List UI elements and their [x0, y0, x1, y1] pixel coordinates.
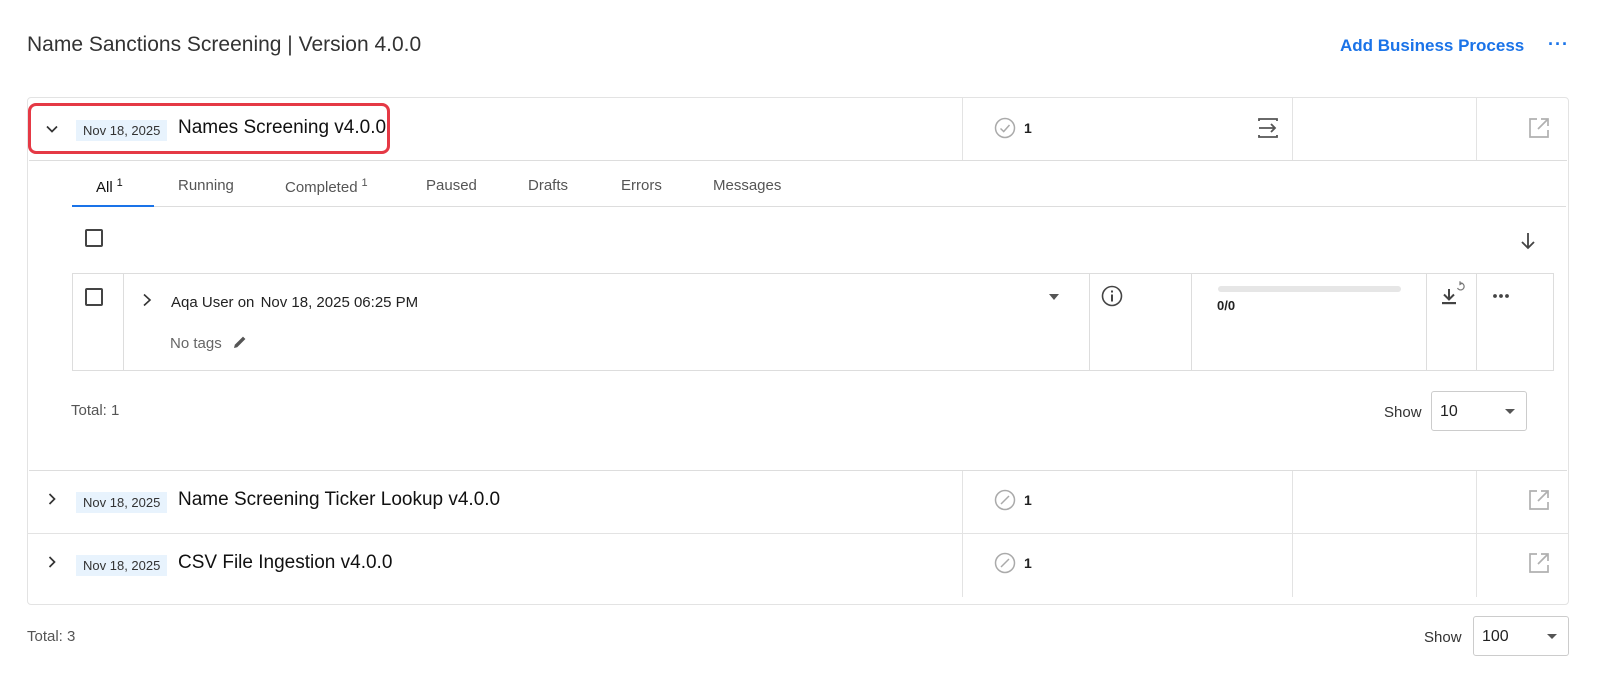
tab-drafts[interactable]: Drafts: [528, 177, 568, 194]
process-count: 1: [1024, 120, 1032, 136]
tab-completed[interactable]: Completed 1: [285, 177, 368, 196]
run-tabs: All 1 Running Completed 1 Paused Drafts Er…: [72, 161, 1566, 207]
select-all-checkbox[interactable]: [85, 229, 103, 247]
page-title: Name Sanctions Screening | Version 4.0.0: [27, 33, 422, 56]
run-user: Aqa User on: [171, 294, 255, 311]
process-name[interactable]: Name Screening Ticker Lookup v4.0.0: [178, 489, 500, 511]
chevron-right-icon[interactable]: [140, 292, 154, 308]
no-entry-circle-icon: [994, 552, 1016, 574]
tab-errors[interactable]: Errors: [621, 177, 662, 194]
open-external-icon[interactable]: [1528, 552, 1550, 574]
inner-show-label: Show: [1384, 404, 1422, 421]
process-count: 1: [1024, 555, 1032, 571]
run-datetime: Nov 18, 2025 06:25 PM: [260, 294, 419, 311]
page-size-value: 100: [1482, 628, 1509, 645]
tab-running[interactable]: Running: [178, 177, 234, 194]
business-process-row: Nov 18, 2025 Name Screening Ticker Looku…: [28, 471, 1568, 534]
pencil-icon[interactable]: [232, 334, 248, 350]
open-external-icon[interactable]: [1528, 489, 1550, 511]
show-label: Show: [1424, 629, 1462, 646]
open-external-icon[interactable]: [1528, 117, 1550, 139]
inner-total: Total: 1: [71, 402, 120, 419]
add-business-process-link[interactable]: Add Business Process: [1340, 36, 1524, 56]
inner-page-size-select[interactable]: 10: [1431, 391, 1527, 431]
process-name[interactable]: CSV File Ingestion v4.0.0: [178, 552, 392, 574]
chevron-right-icon[interactable]: [43, 553, 61, 571]
total-count: Total: 3: [27, 628, 76, 645]
business-process-list: Nov 18, 2025 Names Screening v4.0.0 1 Al…: [27, 97, 1569, 605]
run-checkbox[interactable]: [85, 288, 103, 306]
process-date-badge: Nov 18, 2025: [76, 492, 168, 513]
download-sync-icon[interactable]: [1439, 280, 1467, 310]
tab-all[interactable]: All 1: [96, 177, 123, 196]
merge-icon[interactable]: [1256, 116, 1280, 140]
process-date-badge: Nov 18, 2025: [76, 120, 168, 141]
info-icon[interactable]: [1101, 285, 1123, 307]
more-icon[interactable]: [1492, 293, 1510, 299]
chevron-right-icon[interactable]: [43, 490, 61, 508]
process-runs-panel: All 1 Running Completed 1 Paused Drafts Er…: [29, 160, 1567, 471]
process-name[interactable]: Names Screening v4.0.0: [178, 117, 386, 139]
check-circle-icon: [994, 117, 1016, 139]
caret-down-icon[interactable]: [1047, 291, 1061, 303]
page-size-select[interactable]: 100: [1473, 616, 1569, 656]
header-more-icon[interactable]: ···: [1548, 34, 1569, 55]
inner-page-size-value: 10: [1440, 403, 1458, 420]
progress-text: 0/0: [1217, 298, 1236, 313]
tab-paused[interactable]: Paused: [426, 177, 477, 194]
run-info: Aqa User on Nov 18, 2025 06:25 PM: [171, 294, 418, 311]
caret-down-icon: [1505, 409, 1515, 414]
arrow-down-icon[interactable]: [1519, 231, 1537, 251]
business-process-row: Nov 18, 2025 CSV File Ingestion v4.0.0 1: [28, 534, 1568, 597]
chevron-down-icon[interactable]: [43, 120, 61, 138]
progress-bar: [1218, 286, 1401, 292]
tags-area: No tags: [170, 334, 248, 352]
process-count: 1: [1024, 492, 1032, 508]
run-row: Aqa User on Nov 18, 2025 06:25 PM No tag…: [72, 273, 1554, 371]
no-entry-circle-icon: [994, 489, 1016, 511]
process-date-badge: Nov 18, 2025: [76, 555, 168, 576]
tab-messages[interactable]: Messages: [713, 177, 781, 194]
no-tags-label: No tags: [170, 335, 222, 352]
caret-down-icon: [1547, 634, 1557, 639]
active-tab-indicator: [72, 205, 154, 207]
business-process-row: Nov 18, 2025 Names Screening v4.0.0 1: [28, 98, 1568, 161]
